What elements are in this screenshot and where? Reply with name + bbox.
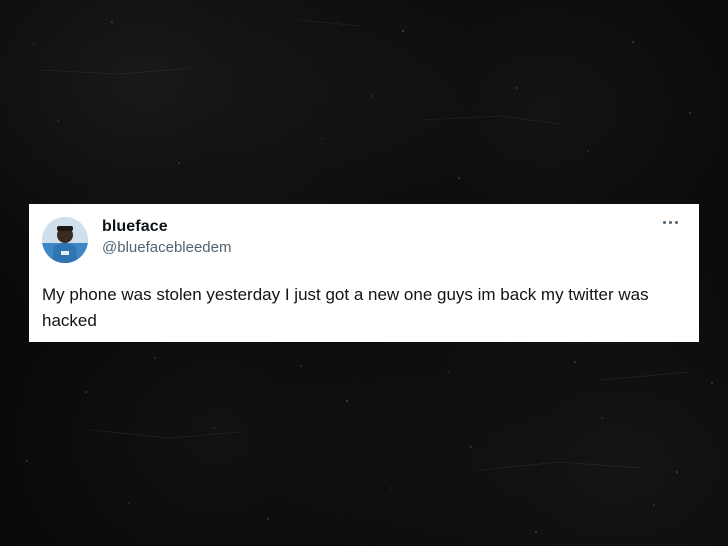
avatar[interactable] [42,217,88,263]
more-dot [675,221,678,224]
avatar-photo-icon [42,217,88,263]
tweet-text: My phone was stolen yesterday I just got… [42,285,649,330]
more-dot [663,221,666,224]
more-horizontal-icon[interactable] [662,216,680,228]
display-name[interactable]: blueface [102,218,168,236]
tweet-card: blueface @bluefacebleedem My phone was s… [29,204,699,342]
user-handle[interactable]: @bluefacebleedem [102,239,231,256]
more-dot [669,221,672,224]
